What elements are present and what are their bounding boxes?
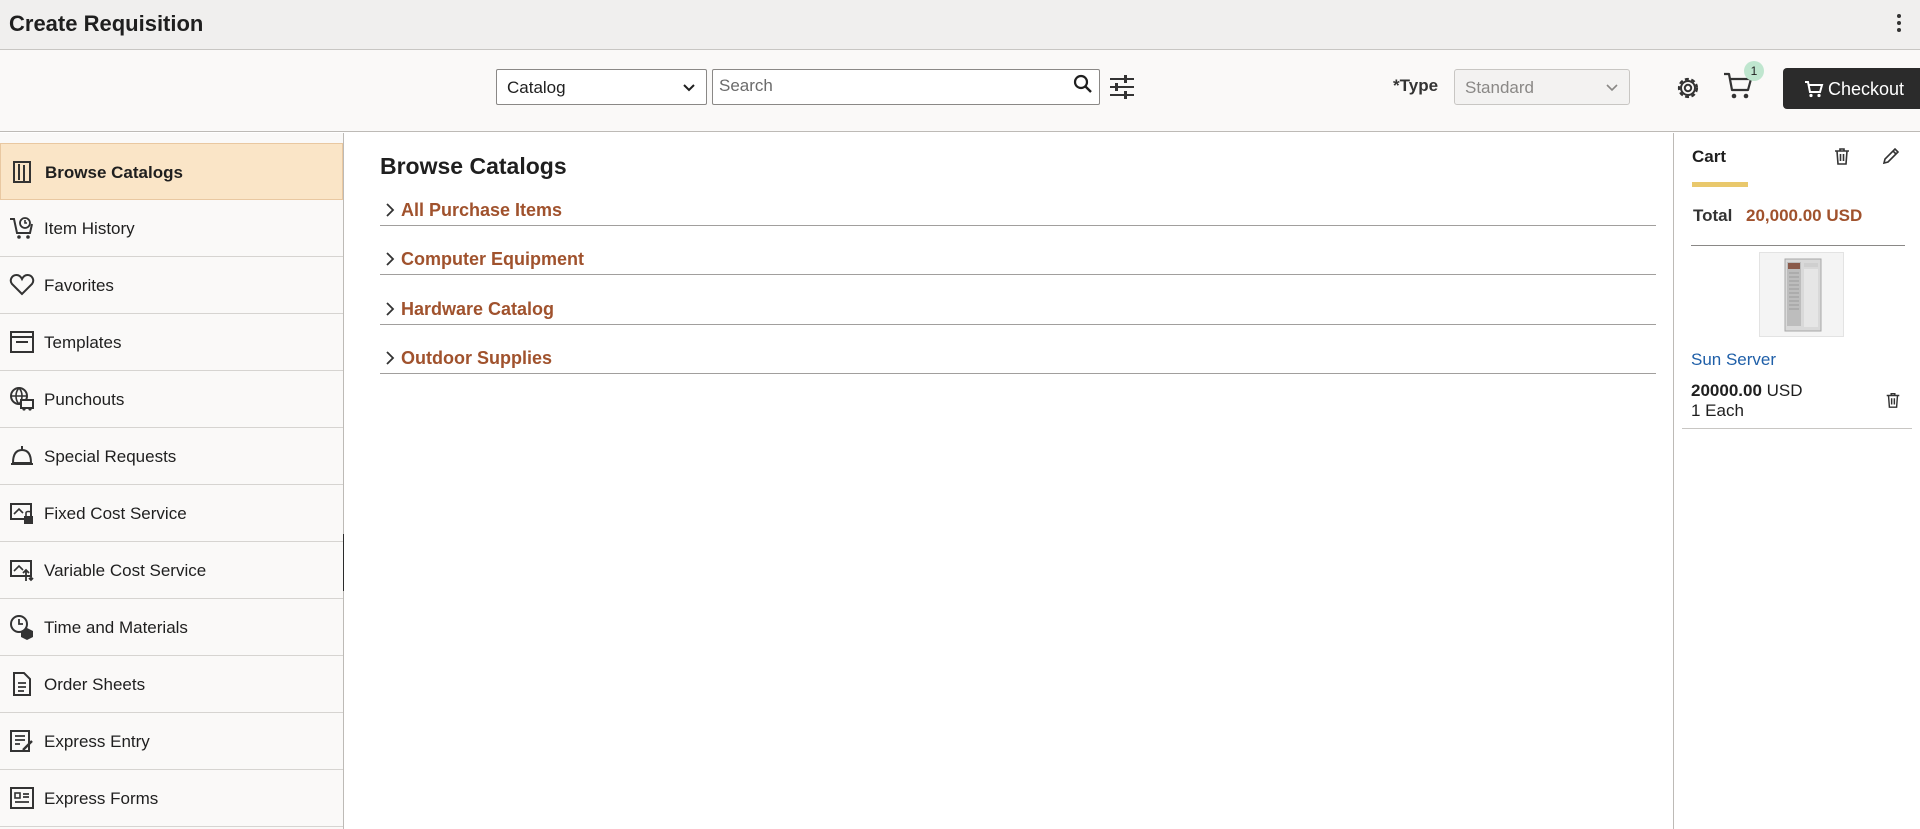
total-value: 20,000.00 USD — [1746, 206, 1863, 225]
sidebar-item-label: Favorites — [44, 276, 114, 295]
variable-cost-icon — [10, 560, 34, 582]
chevron-right-icon — [386, 351, 395, 365]
book-icon — [13, 161, 31, 183]
divider — [1691, 245, 1905, 246]
search-field — [712, 69, 1100, 105]
sidebar-item-label: Variable Cost Service — [44, 561, 207, 580]
heart-icon — [9, 273, 35, 296]
page-title: Create Requisition — [9, 11, 204, 36]
sidebar-item-browse-catalogs[interactable]: Browse Catalogs — [0, 143, 343, 200]
catalog-row-hardware-catalog[interactable]: Hardware Catalog — [380, 295, 1656, 325]
punchout-icon — [10, 387, 34, 411]
sidebar-item-fixed-cost-service[interactable]: Fixed Cost Service — [0, 485, 343, 542]
section-title: Browse Catalogs — [380, 153, 567, 179]
cart-history-icon — [10, 217, 33, 239]
sidebar-item-label: Time and Materials — [44, 618, 188, 637]
sidebar-item-special-requests[interactable]: Special Requests — [0, 428, 343, 485]
document-icon — [13, 672, 31, 696]
filter-options-icon[interactable] — [1108, 74, 1136, 100]
search-scope-select[interactable]: Catalog — [496, 69, 707, 105]
sidebar-item-favorites[interactable]: Favorites — [0, 257, 343, 314]
chevron-right-icon — [386, 302, 395, 316]
chevron-right-icon — [386, 252, 395, 266]
type-label: *Type — [1393, 76, 1439, 95]
catalog-row-outdoor-supplies[interactable]: Outdoor Supplies — [380, 344, 1656, 374]
template-icon — [10, 331, 34, 353]
chevron-down-icon — [1606, 84, 1618, 92]
sidebar-item-label: Browse Catalogs — [45, 163, 183, 182]
express-entry-icon — [10, 730, 33, 752]
search-input[interactable] — [713, 70, 1053, 102]
type-value: Standard — [1465, 78, 1534, 97]
sidebar-item-express-entry[interactable]: Express Entry — [0, 713, 343, 770]
cart-item-name[interactable]: Sun Server — [1691, 350, 1776, 370]
cart-item-currency: USD — [1766, 381, 1803, 400]
express-forms-icon — [10, 787, 34, 809]
sidebar-item-label: Express Entry — [44, 732, 150, 751]
catalog-label: Hardware Catalog — [401, 299, 555, 319]
catalog-label: Computer Equipment — [401, 249, 584, 269]
sidebar-item-label: Templates — [44, 333, 122, 352]
type-select[interactable]: Standard — [1454, 69, 1630, 105]
chevron-down-icon — [683, 84, 695, 92]
catalog-row-all-purchase-items[interactable]: All Purchase Items — [380, 196, 1656, 226]
checkout-label: Checkout — [1828, 79, 1905, 99]
catalog-label: All Purchase Items — [401, 200, 563, 220]
sidebar-item-label: Punchouts — [44, 390, 125, 409]
sidebar-item-order-sheets[interactable]: Order Sheets — [0, 656, 343, 713]
pencil-icon[interactable] — [1881, 146, 1901, 166]
cart-count-badge: 1 — [1744, 61, 1764, 81]
search-scope-value: Catalog — [507, 78, 566, 97]
sidebar-item-label: Item History — [44, 219, 135, 238]
sidebar-item-time-and-materials[interactable]: Time and Materials — [0, 599, 343, 656]
main-content: Browse Catalogs All Purchase Items Compu… — [344, 133, 1673, 829]
catalog-row-computer-equipment[interactable]: Computer Equipment — [380, 245, 1656, 275]
sidebar: Browse Catalogs Item History Favorites T… — [0, 133, 344, 829]
chevron-right-icon — [386, 203, 395, 217]
kebab-menu-icon[interactable] — [1896, 14, 1902, 34]
sidebar-item-label: Special Requests — [44, 447, 177, 466]
sidebar-item-label: Order Sheets — [44, 675, 146, 694]
title-bar: Create Requisition — [0, 0, 1920, 50]
sidebar-item-variable-cost-service[interactable]: Variable Cost Service — [0, 542, 343, 599]
cart-item-price-value: 20000.00 — [1691, 381, 1762, 400]
cart-item-price: 20000.00 USD — [1691, 381, 1803, 401]
catalog-label: Outdoor Supplies — [401, 348, 552, 368]
sidebar-item-item-history[interactable]: Item History — [0, 200, 343, 257]
time-materials-icon — [10, 615, 33, 640]
checkout-button[interactable]: Checkout — [1783, 68, 1920, 109]
sidebar-item-label: Fixed Cost Service — [44, 504, 187, 523]
sidebar-item-express-forms[interactable]: Express Forms — [0, 770, 343, 827]
cart-icon — [1805, 81, 1824, 98]
cart-tab-indicator — [1692, 182, 1748, 187]
search-icon[interactable] — [1073, 74, 1093, 94]
sidebar-item-punchouts[interactable]: Punchouts — [0, 371, 343, 428]
sidebar-item-templates[interactable]: Templates — [0, 314, 343, 371]
cart-title: Cart — [1692, 147, 1727, 166]
bell-icon — [11, 446, 33, 465]
sidebar-item-label: Express Forms — [44, 789, 159, 808]
product-image — [1759, 252, 1844, 337]
total-label: Total — [1693, 206, 1733, 225]
search-toolbar: Catalog *Type Standard 1 Checkout — [0, 50, 1920, 132]
divider — [1682, 428, 1912, 429]
cart-panel: Cart Total 20,000.00 USD Sun Server 2000… — [1673, 133, 1920, 829]
cart-item-quantity: 1 Each — [1691, 401, 1744, 420]
gear-icon[interactable] — [1674, 74, 1702, 102]
trash-icon[interactable] — [1884, 391, 1902, 409]
trash-icon[interactable] — [1832, 146, 1852, 166]
fixed-cost-icon — [10, 503, 33, 524]
